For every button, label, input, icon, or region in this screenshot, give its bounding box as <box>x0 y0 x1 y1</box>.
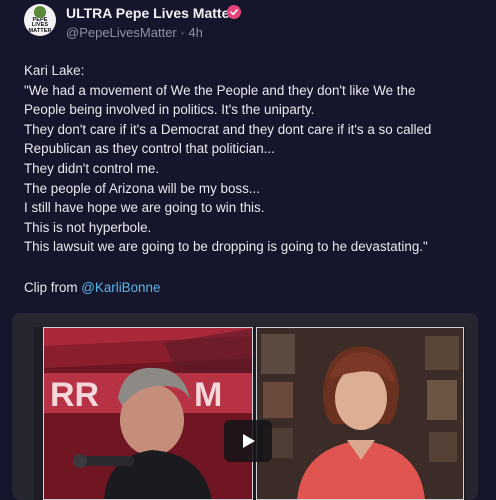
avatar-text-line: MATTER <box>28 27 52 34</box>
banner-text: RR <box>50 376 99 414</box>
timestamp[interactable]: 4h <box>188 25 202 40</box>
display-name[interactable]: ULTRA Pepe Lives Matter <box>66 5 235 21</box>
post-line: People being involved in politics. It's … <box>24 102 315 118</box>
banner-letter: M <box>194 376 222 414</box>
post-line: They don't care if it's a Democrat and t… <box>24 121 432 137</box>
verified-badge-icon <box>227 5 241 19</box>
clip-credit: Clip from @KarliBonne <box>24 280 160 295</box>
avatar[interactable]: PEPE LIVES MATTER <box>24 4 56 36</box>
separator: · <box>180 25 185 40</box>
post-body: Kari Lake: "We had a movement of We the … <box>24 61 484 257</box>
avatar-label: PEPE LIVES MATTER <box>28 17 52 35</box>
post-line: This is not hyperbole. <box>24 219 152 235</box>
post-line: Republican as they control that politici… <box>24 141 275 157</box>
clip-source-link[interactable]: @KarliBonne <box>81 280 160 295</box>
handle[interactable]: @PepeLivesMatter <box>66 25 177 40</box>
post-line: I still have hope we are going to win th… <box>24 200 265 216</box>
post-header: PEPE LIVES MATTER ULTRA Pepe Lives Matte… <box>0 0 496 50</box>
post-line: They didn't control me. <box>24 160 160 176</box>
checkmark-icon <box>230 9 238 16</box>
play-button[interactable] <box>224 420 272 462</box>
post-line: The people of Arizona will be my boss... <box>24 180 260 196</box>
post-line: Kari Lake: <box>24 63 85 78</box>
clip-prefix: Clip from <box>24 280 82 295</box>
play-icon <box>243 434 255 448</box>
post-line: This lawsuit we are going to be dropping… <box>24 239 428 255</box>
video-left-panel: RR M <box>43 327 253 500</box>
handle-row: @PepeLivesMatter · 4h <box>66 25 203 40</box>
video-player[interactable]: RR M <box>34 327 466 500</box>
video-right-panel <box>256 327 464 500</box>
post-line: "We had a movement of We the People and … <box>24 82 416 98</box>
pepe-frog-icon <box>34 6 46 18</box>
guest-image <box>257 328 463 499</box>
host-studio-image: RR M <box>44 328 252 499</box>
